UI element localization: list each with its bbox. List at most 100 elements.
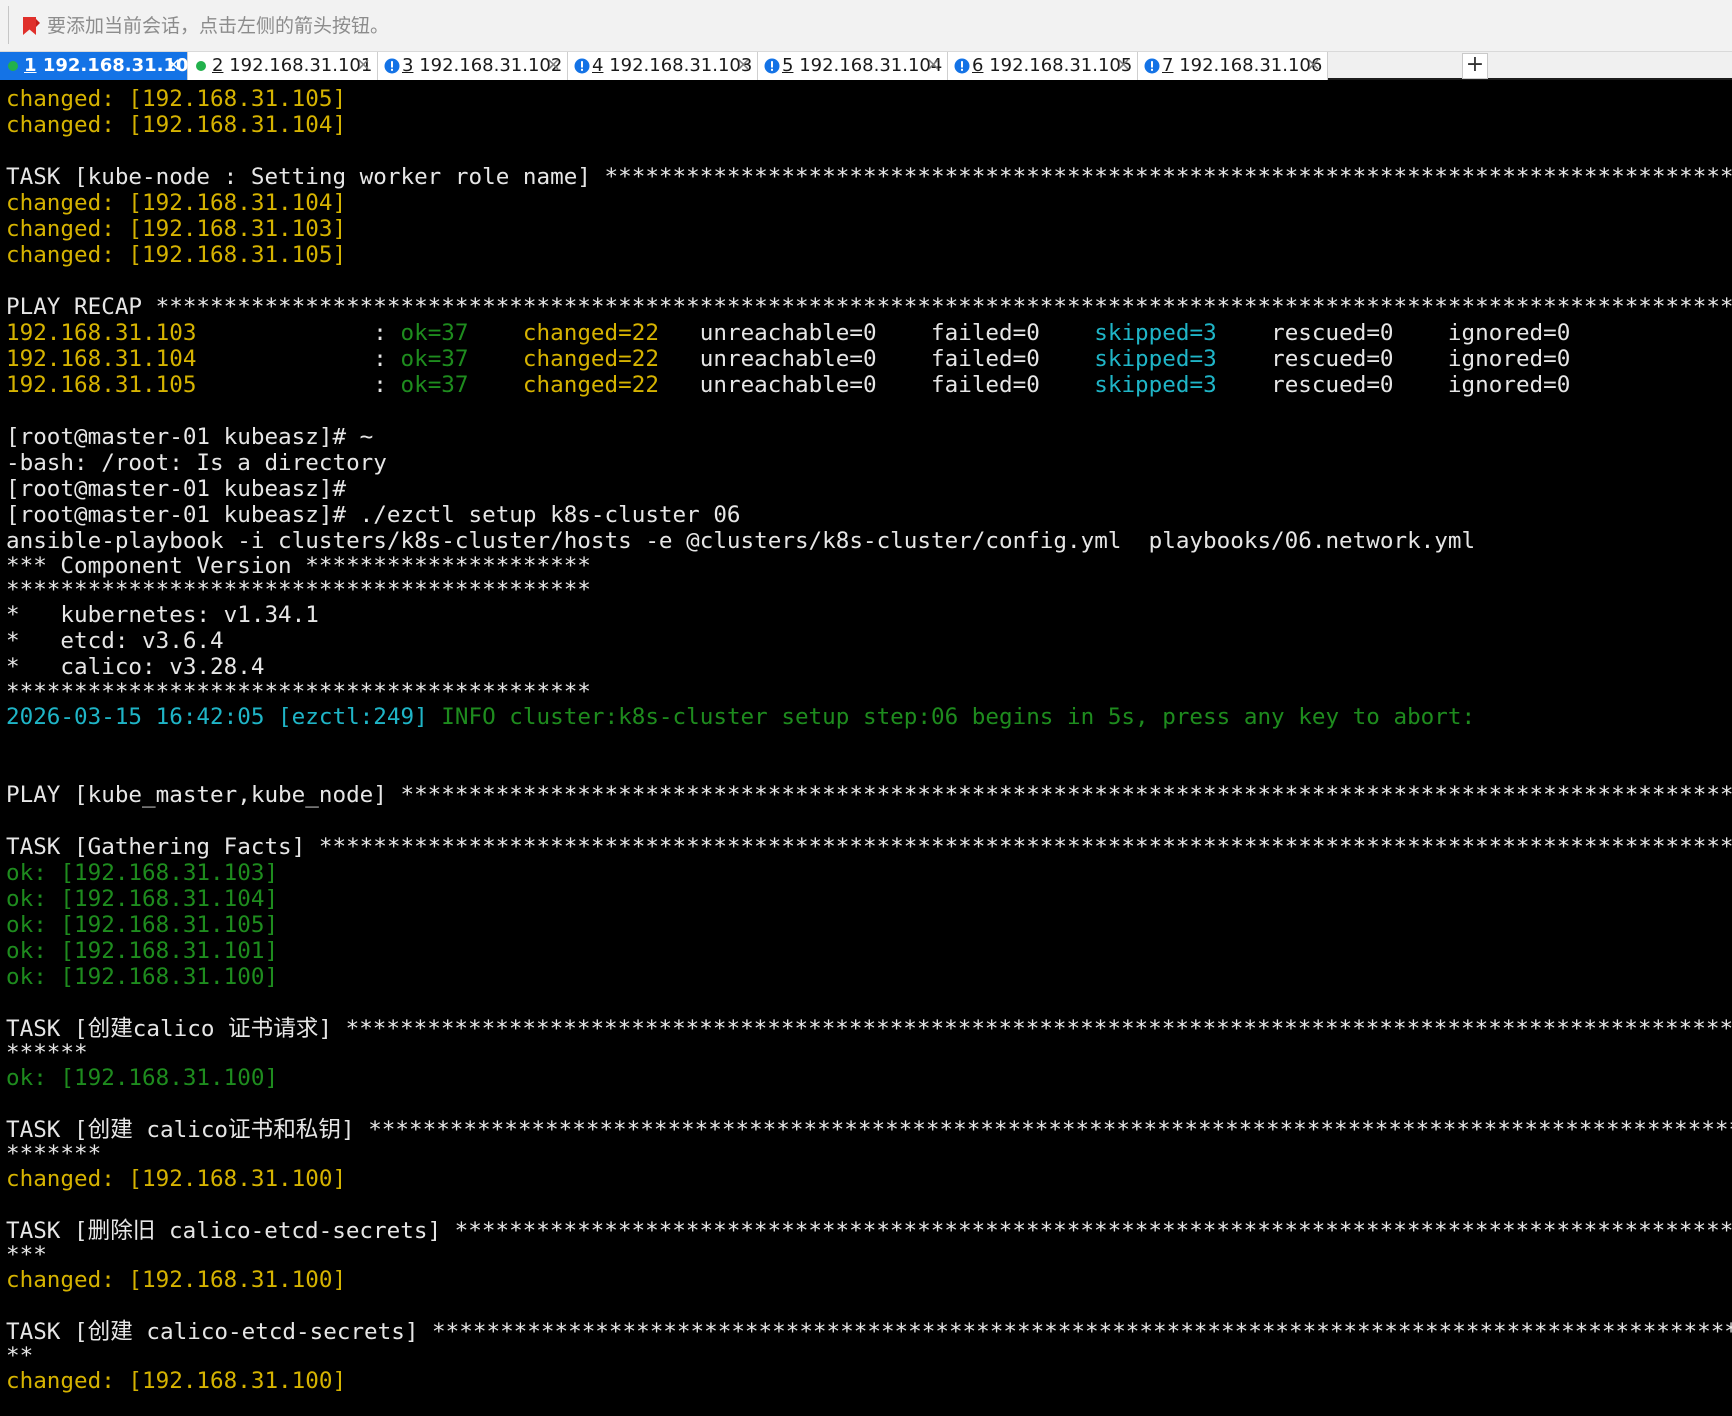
tab-label: 3 192.168.31.102 xyxy=(402,55,562,77)
session-tab-3[interactable]: 3 192.168.31.102 × xyxy=(378,52,568,80)
alert-status-icon xyxy=(764,58,780,74)
terminal-line: changed: [192.168.31.100] xyxy=(6,1166,1732,1192)
terminal-line: * calico: v3.28.4 xyxy=(6,654,1732,680)
terminal-text-segment: skipped=3 xyxy=(1094,320,1217,346)
terminal-text-segment: * etcd: v3.6.4 xyxy=(6,628,224,654)
tab-host: 192.168.31.105 xyxy=(989,55,1133,76)
terminal-line: [root@master-01 kubeasz]# xyxy=(6,476,1732,502)
session-tab-7[interactable]: 7 192.168.31.106 × xyxy=(1138,52,1328,80)
session-tab-5[interactable]: 5 192.168.31.104 × xyxy=(758,52,948,80)
terminal-text-segment: changed: [192.168.31.100] xyxy=(6,1166,347,1192)
tab-number: 6 xyxy=(972,55,984,76)
session-hint-text: 要添加当前会话，点击左侧的箭头按钮。 xyxy=(47,15,390,37)
terminal-text-segment: skipped=3 xyxy=(1094,372,1217,398)
terminal-text-segment: TASK [kube-node : Setting worker role na… xyxy=(6,164,1732,190)
tab-host: 192.168.31.104 xyxy=(799,55,943,76)
close-tab-icon[interactable]: × xyxy=(166,54,181,76)
session-tab-1[interactable]: 1 192.168.31.100 × xyxy=(0,52,201,80)
terminal-line: ansible-playbook -i clusters/k8s-cluster… xyxy=(6,528,1732,554)
tab-host: 192.168.31.103 xyxy=(609,55,753,76)
terminal-text-segment: changed: [192.168.31.100] xyxy=(6,1368,347,1394)
new-tab-button[interactable]: + xyxy=(1462,53,1488,79)
terminal-line: changed: [192.168.31.100] xyxy=(6,1267,1732,1293)
close-tab-icon[interactable]: × xyxy=(546,54,561,76)
terminal-line: [root@master-01 kubeasz]# ~ xyxy=(6,424,1732,450)
terminal-text-segment: changed: [192.168.31.105] xyxy=(6,242,347,268)
terminal-text-segment: changed=22 xyxy=(522,320,659,346)
terminal-text-segment: -bash: /root: Is a directory xyxy=(6,450,387,476)
terminal-text-segment: ok=37 xyxy=(400,346,469,372)
terminal-text-segment: * kubernetes: v1.34.1 xyxy=(6,602,319,628)
session-tab-6[interactable]: 6 192.168.31.105 × xyxy=(948,52,1138,80)
terminal-text-segment: ****************************************… xyxy=(6,578,591,602)
terminal-line: * etcd: v3.6.4 xyxy=(6,628,1732,654)
terminal-line: *** xyxy=(6,1244,1732,1267)
terminal-text-segment: TASK [创建 calico证书和私钥] ******************… xyxy=(6,1117,1732,1143)
tab-number: 4 xyxy=(592,55,604,76)
terminal-text-segment: [root@master-01 kubeasz]# ./ezctl setup … xyxy=(6,502,741,528)
connected-status-dot-icon xyxy=(196,61,206,71)
terminal-text-segment: [root@master-01 kubeasz]# xyxy=(6,476,347,502)
terminal-line: changed: [192.168.31.105] xyxy=(6,242,1732,268)
terminal-text-segment: [root@master-01 kubeasz]# ~ xyxy=(6,424,374,450)
session-hint-bar: 要添加当前会话，点击左侧的箭头按钮。 xyxy=(0,0,1732,52)
terminal-text-segment: *** xyxy=(6,1244,47,1267)
terminal-line: ******* xyxy=(6,1143,1732,1166)
terminal-output-area[interactable]: changed: [192.168.31.105] changed: [192.1… xyxy=(0,80,1732,1416)
close-tab-icon[interactable]: × xyxy=(1116,54,1131,76)
close-tab-icon[interactable]: × xyxy=(1306,54,1321,76)
terminal-text-segment: : xyxy=(196,346,401,372)
terminal-text-segment: rescued=0 ignored=0 xyxy=(1216,320,1571,346)
terminal-text-segment: ok: [192.168.31.103] xyxy=(6,860,279,886)
terminal-text-segment: : xyxy=(196,320,401,346)
alert-status-icon xyxy=(954,58,970,74)
terminal-line: TASK [创建 calico证书和私钥] ******************… xyxy=(6,1117,1732,1143)
terminal-text-segment: ok: [192.168.31.100] xyxy=(6,1065,279,1091)
terminal-text-segment: changed: [192.168.31.104] xyxy=(6,190,347,216)
terminal-line: TASK [删除旧 calico-etcd-secrets] *********… xyxy=(6,1218,1732,1244)
terminal-text-segment: skipped=3 xyxy=(1094,346,1217,372)
terminal-text-segment: changed: [192.168.31.103] xyxy=(6,216,347,242)
session-tab-4[interactable]: 4 192.168.31.103 × xyxy=(568,52,758,80)
red-bookmark-flag-icon[interactable] xyxy=(20,15,42,37)
close-tab-icon[interactable]: × xyxy=(736,54,751,76)
terminal-text-segment: rescued=0 ignored=0 xyxy=(1216,372,1571,398)
tab-number: 7 xyxy=(1162,55,1174,76)
terminal-app-window: 要添加当前会话，点击左侧的箭头按钮。 1 192.168.31.100 × 2 … xyxy=(0,0,1732,1416)
close-tab-icon[interactable]: × xyxy=(926,54,941,76)
terminal-text-segment: rescued=0 ignored=0 xyxy=(1216,346,1571,372)
tab-host: 192.168.31.101 xyxy=(229,55,373,76)
tab-label: 5 192.168.31.104 xyxy=(782,55,942,77)
terminal-text-segment: ok: [192.168.31.104] xyxy=(6,886,279,912)
alert-status-icon xyxy=(1144,58,1160,74)
terminal-line: ok: [192.168.31.100] xyxy=(6,1065,1732,1091)
terminal-text-segment: TASK [删除旧 calico-etcd-secrets] *********… xyxy=(6,1218,1732,1244)
terminal-text-segment: unreachable=0 failed=0 xyxy=(658,320,1095,346)
terminal-text-segment: changed=22 xyxy=(522,346,659,372)
terminal-line: 192.168.31.105 : ok=37 changed=22 unreac… xyxy=(6,372,1732,398)
terminal-lines: changed: [192.168.31.105] changed: [192.1… xyxy=(6,86,1732,1394)
terminal-text-segment: ok=37 xyxy=(400,372,469,398)
terminal-line: ok: [192.168.31.105] xyxy=(6,912,1732,938)
session-tab-2[interactable]: 2 192.168.31.101 × xyxy=(188,52,378,80)
tab-number: 1 xyxy=(24,55,37,76)
terminal-line: ok: [192.168.31.104] xyxy=(6,886,1732,912)
terminal-line: changed: [192.168.31.100] xyxy=(6,1368,1732,1394)
terminal-line: ****************************************… xyxy=(6,578,1732,602)
terminal-text-segment: ok: [192.168.31.100] xyxy=(6,964,279,990)
terminal-line: 2026-03-15 16:42:05 [ezctl:249] INFO clu… xyxy=(6,704,1732,730)
terminal-line: TASK [kube-node : Setting worker role na… xyxy=(6,164,1732,190)
terminal-line: ok: [192.168.31.101] xyxy=(6,938,1732,964)
close-tab-icon[interactable]: × xyxy=(356,54,371,76)
hint-bar-divider xyxy=(8,6,9,44)
terminal-text-segment: changed: [192.168.31.104] xyxy=(6,112,347,138)
terminal-line: PLAY RECAP *****************************… xyxy=(6,294,1732,320)
terminal-line: changed: [192.168.31.104] xyxy=(6,112,1732,138)
terminal-text-segment: ok: [192.168.31.105] xyxy=(6,912,279,938)
